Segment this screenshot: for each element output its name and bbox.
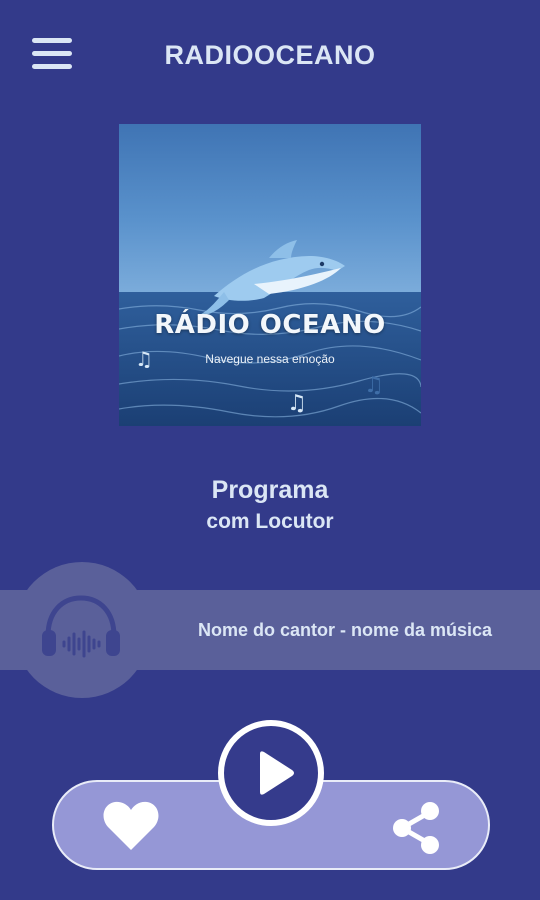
svg-text:♫: ♫: [364, 373, 384, 398]
svg-text:♫: ♫: [287, 391, 307, 416]
play-icon: [260, 751, 294, 795]
program-title: Programa: [211, 476, 329, 504]
play-button[interactable]: [218, 720, 324, 826]
headphones-icon: [38, 592, 124, 669]
share-button[interactable]: [390, 800, 442, 861]
app-title: RADIOOCEANO: [164, 40, 376, 70]
album-cover: ♫ ♫ ♫ RÁDIO OCEANO Navegue nessa emoção: [119, 124, 421, 426]
heart-icon: [103, 801, 159, 850]
share-icon: [393, 802, 439, 854]
program-host: com Locutor: [206, 510, 334, 533]
now-playing-text: Nome do cantor - nome da música: [197, 620, 493, 640]
cover-brand-text: RÁDIO OCEANO: [154, 310, 386, 340]
cover-slogan-text: Navegue nessa emoção: [205, 352, 335, 366]
favorite-button[interactable]: [102, 800, 160, 857]
